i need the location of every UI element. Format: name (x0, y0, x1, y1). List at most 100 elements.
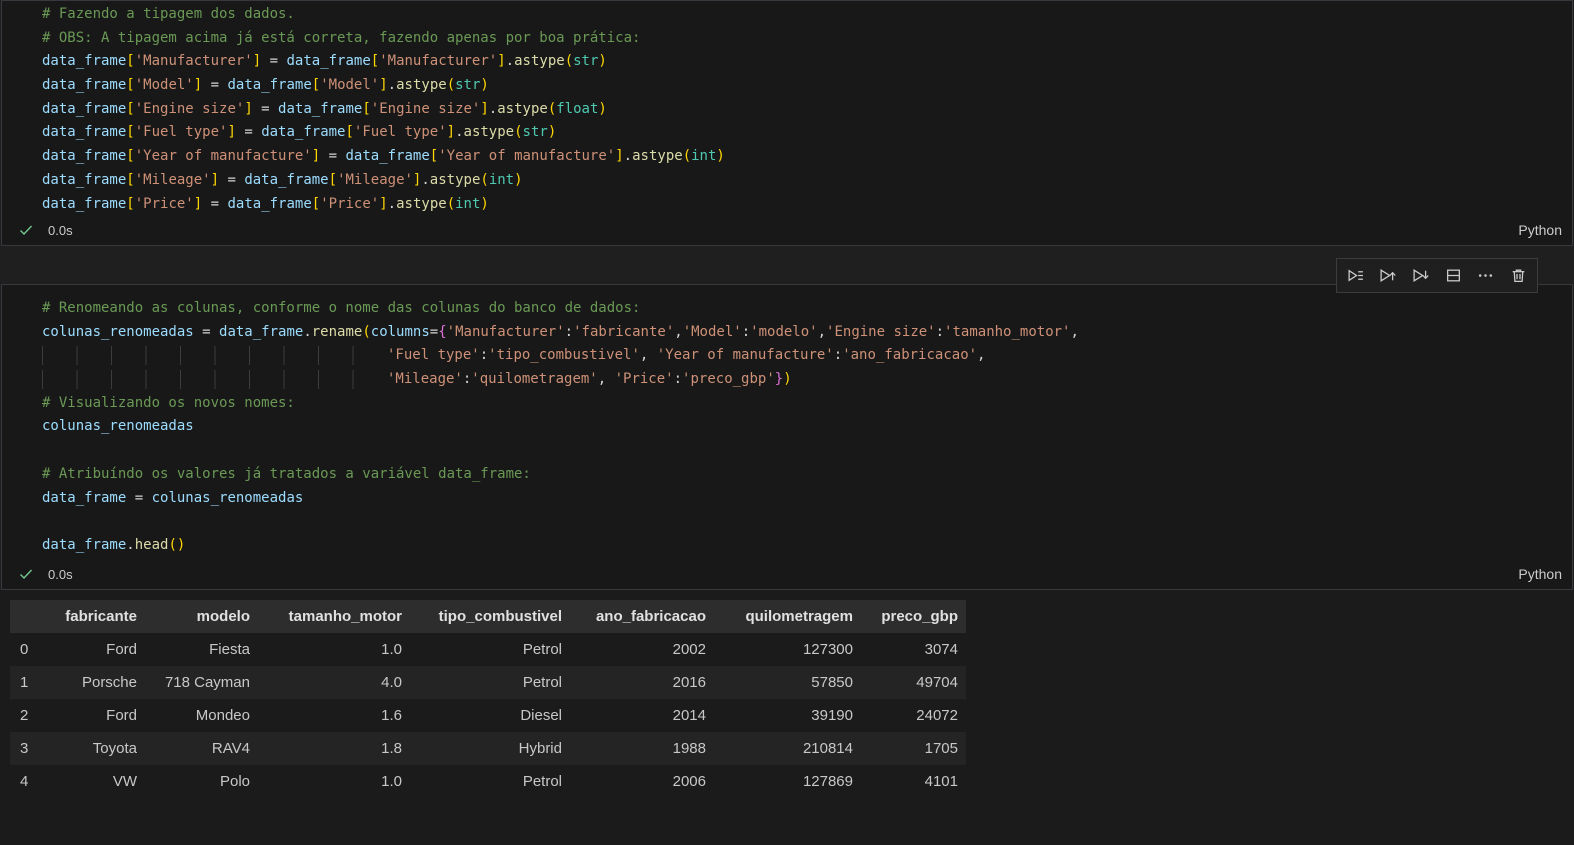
split-cell-icon (1446, 269, 1460, 282)
table-cell: 1.6 (381, 707, 402, 724)
code-line: colunas_renomeadas (42, 418, 194, 435)
table-cell: RAV4 (211, 740, 250, 757)
row-index: 2 (20, 707, 29, 724)
code-line: data_frame['Price'] = data_frame['Price'… (42, 195, 489, 212)
table-cell: Petrol (522, 641, 562, 658)
table-cell: 4.0 (381, 674, 402, 691)
column-header: tipo_combustivel (410, 600, 570, 633)
table-cell: 24072 (916, 707, 958, 724)
table-cell: 127300 (802, 641, 853, 658)
execute-above-icon (1380, 269, 1397, 282)
split-cell-button[interactable] (1439, 262, 1467, 290)
code-line: 'Fuel type':'tipo_combustivel', 'Year of… (42, 344, 1572, 368)
code-line: data_frame['Engine size'] = data_frame['… (42, 100, 607, 117)
column-header: preco_gbp (861, 600, 966, 633)
table-cell: 1.0 (381, 773, 402, 790)
code-line: data_frame['Year of manufacture'] = data… (42, 148, 725, 165)
cell-toolbar (1336, 258, 1538, 293)
dataframe-header: fabricante modelo tamanho_motor tipo_combus… (10, 600, 966, 633)
row-index: 0 (20, 641, 29, 658)
table-cell: VW (112, 773, 137, 790)
run-by-line-icon (1348, 269, 1363, 282)
execute-above-button[interactable] (1374, 262, 1402, 290)
table-cell: 4101 (924, 773, 958, 790)
table-row: 3 Toyota RAV4 1.8 Hybrid 1988 210814 1705 (10, 732, 966, 765)
code-line: 'Mileage':'quilometragem', 'Price':'prec… (42, 368, 1572, 392)
table-cell: 1.0 (381, 641, 402, 658)
table-cell: 2014 (672, 707, 706, 724)
column-header: quilometragem (714, 600, 861, 633)
table-cell: Fiesta (209, 641, 250, 658)
table-cell: Hybrid (518, 740, 562, 757)
table-cell: 1.8 (381, 740, 402, 757)
code-line: # Atribuíndo os valores já tratados a va… (42, 465, 531, 482)
cell-1-status-bar: 0.0s Python (2, 215, 1572, 245)
table-cell: 718 Cayman (164, 674, 250, 691)
code-line: data_frame['Fuel type'] = data_frame['Fu… (42, 124, 557, 141)
code-line: # OBS: A tipagem acima já está correta, … (42, 29, 641, 46)
cell-2-language-label[interactable]: Python (1518, 566, 1562, 582)
more-actions-button[interactable] (1472, 262, 1500, 290)
table-cell: 49704 (916, 674, 958, 691)
table-cell: Porsche (81, 674, 137, 691)
table-cell: Diesel (520, 707, 562, 724)
table-row: 4 VW Polo 1.0 Petrol 2006 127869 4101 (10, 765, 966, 798)
table-cell: Polo (219, 773, 250, 790)
row-index: 1 (20, 674, 29, 691)
code-line: # Visualizando os novos nomes: (42, 394, 295, 411)
column-header: tamanho_motor (258, 600, 410, 633)
indent-guides (42, 369, 387, 389)
success-check-icon (20, 569, 33, 580)
column-header (10, 600, 48, 633)
table-cell: 2002 (672, 641, 706, 658)
table-cell: Ford (106, 641, 137, 658)
code-line: # Renomeando as colunas, conforme o nome… (42, 300, 641, 316)
cell-1-execution-time: 0.0s (48, 222, 73, 238)
table-cell: Petrol (522, 674, 562, 691)
column-header: fabricante (48, 600, 145, 633)
notebook-cell-2: # Renomeando as colunas, conforme o nome… (1, 284, 1573, 590)
table-row: 1 Porsche 718 Cayman 4.0 Petrol 2016 57850 4970… (10, 666, 966, 699)
notebook-cell-1: # Fazendo a tipagem dos dados. # OBS: A t… (1, 0, 1573, 246)
table-cell: Toyota (92, 740, 137, 757)
table-cell: 57850 (811, 674, 853, 691)
more-actions-icon (1479, 274, 1493, 277)
cell-2-output-area: fabricante modelo tamanho_motor tipo_combus… (0, 590, 1574, 845)
code-line: data_frame.head() (42, 536, 186, 553)
delete-cell-button[interactable] (1505, 262, 1533, 290)
table-cell: 1988 (672, 740, 706, 757)
execute-below-icon (1413, 269, 1429, 282)
table-row: 0 Ford Fiesta 1.0 Petrol 2002 127300 3074 (10, 633, 966, 666)
execute-below-button[interactable] (1407, 262, 1435, 290)
row-index: 3 (20, 740, 29, 757)
cell-1-language-label[interactable]: Python (1518, 222, 1562, 238)
cell-2-code-editor[interactable]: # Renomeando as colunas, conforme o nome… (2, 285, 1572, 558)
code-line: colunas_renomeadas = data_frame.rename(c… (42, 323, 1079, 340)
indent-guides (42, 345, 387, 365)
table-row: 2 Ford Mondeo 1.6 Diesel 2014 39190 24072 (10, 699, 966, 732)
code-line: data_frame['Model'] = data_frame['Model'… (42, 77, 489, 94)
table-cell: 127869 (802, 773, 853, 790)
run-by-line-button[interactable] (1341, 262, 1369, 290)
column-header: ano_fabricacao (570, 600, 714, 633)
dataframe-table: fabricante modelo tamanho_motor tipo_combus… (10, 600, 966, 798)
cell-1-code-editor[interactable]: # Fazendo a tipagem dos dados. # OBS: A t… (2, 1, 1572, 216)
table-cell: 2016 (672, 674, 706, 691)
code-line: data_frame = colunas_renomeadas (42, 489, 304, 506)
code-line: data_frame['Mileage'] = data_frame['Mile… (42, 171, 523, 188)
table-cell: 3074 (924, 641, 958, 658)
table-cell: Mondeo (195, 707, 250, 724)
cell-2-execution-time: 0.0s (48, 566, 73, 582)
table-cell: 210814 (802, 740, 853, 757)
cell-2-status-bar: 0.0s Python (2, 559, 1572, 589)
delete-cell-icon (1512, 269, 1525, 282)
column-header: modelo (145, 600, 258, 633)
table-cell: 39190 (811, 707, 853, 724)
code-line: data_frame['Manufacturer'] = data_frame[… (42, 53, 607, 70)
code-line: # Fazendo a tipagem dos dados. (42, 6, 295, 22)
row-index: 4 (20, 773, 29, 790)
table-cell: Ford (106, 707, 137, 724)
table-cell: 2006 (672, 773, 706, 790)
